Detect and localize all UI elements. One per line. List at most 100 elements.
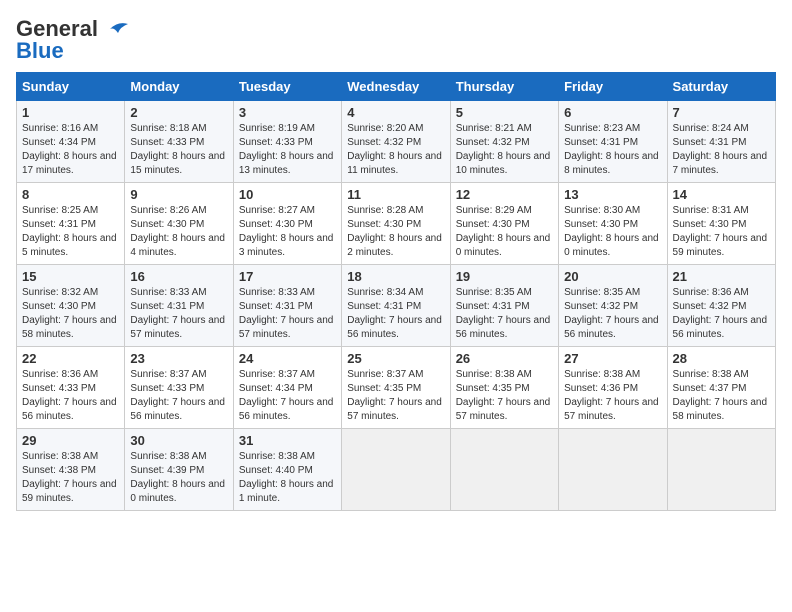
day-info: Sunrise: 8:36 AMSunset: 4:33 PMDaylight:… (22, 369, 117, 422)
calendar-cell: 15 Sunrise: 8:32 AMSunset: 4:30 PMDayligh… (17, 265, 125, 347)
day-number: 24 (239, 351, 336, 366)
calendar-week-row: 22 Sunrise: 8:36 AMSunset: 4:33 PMDayligh… (17, 347, 776, 429)
weekday-header-sunday: Sunday (17, 73, 125, 101)
day-info: Sunrise: 8:26 AMSunset: 4:30 PMDaylight:… (130, 205, 225, 258)
day-number: 9 (130, 187, 227, 202)
calendar-cell: 1 Sunrise: 8:16 AMSunset: 4:34 PMDaylight… (17, 101, 125, 183)
day-number: 20 (564, 269, 661, 284)
day-number: 26 (456, 351, 553, 366)
calendar-cell: 21 Sunrise: 8:36 AMSunset: 4:32 PMDayligh… (667, 265, 775, 347)
calendar-week-row: 1 Sunrise: 8:16 AMSunset: 4:34 PMDaylight… (17, 101, 776, 183)
calendar-week-row: 15 Sunrise: 8:32 AMSunset: 4:30 PMDayligh… (17, 265, 776, 347)
day-info: Sunrise: 8:38 AMSunset: 4:37 PMDaylight:… (673, 369, 768, 422)
day-number: 13 (564, 187, 661, 202)
calendar-cell: 17Sunrise: 8:33 AMSunset: 4:31 PMDayligh… (233, 265, 341, 347)
calendar-cell: 24 Sunrise: 8:37 AMSunset: 4:34 PMDayligh… (233, 347, 341, 429)
calendar-cell: 23 Sunrise: 8:37 AMSunset: 4:33 PMDayligh… (125, 347, 233, 429)
day-number: 7 (673, 105, 770, 120)
day-number: 11 (347, 187, 444, 202)
calendar-cell: 11 Sunrise: 8:28 AMSunset: 4:30 PMDayligh… (342, 183, 450, 265)
day-info: Sunrise: 8:21 AMSunset: 4:32 PMDaylight:… (456, 123, 551, 176)
day-info: Sunrise: 8:33 AMSunset: 4:31 PMDaylight:… (239, 287, 334, 340)
calendar-table: SundayMondayTuesdayWednesdayThursdayFrid… (16, 72, 776, 511)
day-number: 27 (564, 351, 661, 366)
day-info: Sunrise: 8:31 AMSunset: 4:30 PMDaylight:… (673, 205, 768, 258)
day-info: Sunrise: 8:37 AMSunset: 4:33 PMDaylight:… (130, 369, 225, 422)
calendar-cell: 6Sunrise: 8:23 AMSunset: 4:31 PMDaylight… (559, 101, 667, 183)
day-number: 21 (673, 269, 770, 284)
weekday-header-friday: Friday (559, 73, 667, 101)
calendar-header-row: SundayMondayTuesdayWednesdayThursdayFrid… (17, 73, 776, 101)
weekday-header-monday: Monday (125, 73, 233, 101)
calendar-cell: 26 Sunrise: 8:38 AMSunset: 4:35 PMDayligh… (450, 347, 558, 429)
calendar-cell: 20 Sunrise: 8:35 AMSunset: 4:32 PMDayligh… (559, 265, 667, 347)
day-number: 18 (347, 269, 444, 284)
calendar-cell: 22 Sunrise: 8:36 AMSunset: 4:33 PMDayligh… (17, 347, 125, 429)
day-number: 19 (456, 269, 553, 284)
calendar-cell: 3Sunrise: 8:19 AMSunset: 4:33 PMDaylight… (233, 101, 341, 183)
day-number: 8 (22, 187, 119, 202)
weekday-header-tuesday: Tuesday (233, 73, 341, 101)
day-number: 15 (22, 269, 119, 284)
day-number: 4 (347, 105, 444, 120)
day-info: Sunrise: 8:38 AMSunset: 4:35 PMDaylight:… (456, 369, 551, 422)
calendar-cell (559, 429, 667, 511)
day-info: Sunrise: 8:28 AMSunset: 4:30 PMDaylight:… (347, 205, 442, 258)
calendar-cell (450, 429, 558, 511)
day-number: 6 (564, 105, 661, 120)
calendar-cell: 14 Sunrise: 8:31 AMSunset: 4:30 PMDayligh… (667, 183, 775, 265)
day-info: Sunrise: 8:30 AMSunset: 4:30 PMDaylight:… (564, 205, 659, 258)
day-info: Sunrise: 8:25 AMSunset: 4:31 PMDaylight:… (22, 205, 117, 258)
day-number: 30 (130, 433, 227, 448)
calendar-cell: 29 Sunrise: 8:38 AMSunset: 4:38 PMDayligh… (17, 429, 125, 511)
day-number: 16 (130, 269, 227, 284)
day-info: Sunrise: 8:18 AMSunset: 4:33 PMDaylight:… (130, 123, 225, 176)
day-info: Sunrise: 8:32 AMSunset: 4:30 PMDaylight:… (22, 287, 117, 340)
calendar-cell: 2 Sunrise: 8:18 AMSunset: 4:33 PMDaylight… (125, 101, 233, 183)
day-info: Sunrise: 8:38 AMSunset: 4:39 PMDaylight:… (130, 451, 225, 504)
weekday-header-saturday: Saturday (667, 73, 775, 101)
logo-blue: Blue (16, 38, 64, 64)
calendar-cell: 27Sunrise: 8:38 AMSunset: 4:36 PMDayligh… (559, 347, 667, 429)
weekday-header-wednesday: Wednesday (342, 73, 450, 101)
day-number: 29 (22, 433, 119, 448)
day-info: Sunrise: 8:34 AMSunset: 4:31 PMDaylight:… (347, 287, 442, 340)
calendar-cell: 30 Sunrise: 8:38 AMSunset: 4:39 PMDayligh… (125, 429, 233, 511)
day-number: 10 (239, 187, 336, 202)
day-number: 1 (22, 105, 119, 120)
calendar-cell: 4 Sunrise: 8:20 AMSunset: 4:32 PMDaylight… (342, 101, 450, 183)
day-info: Sunrise: 8:36 AMSunset: 4:32 PMDaylight:… (673, 287, 768, 340)
day-number: 14 (673, 187, 770, 202)
day-info: Sunrise: 8:35 AMSunset: 4:31 PMDaylight:… (456, 287, 551, 340)
day-info: Sunrise: 8:38 AMSunset: 4:38 PMDaylight:… (22, 451, 117, 504)
day-number: 28 (673, 351, 770, 366)
calendar-cell: 16Sunrise: 8:33 AMSunset: 4:31 PMDayligh… (125, 265, 233, 347)
day-info: Sunrise: 8:35 AMSunset: 4:32 PMDaylight:… (564, 287, 659, 340)
calendar-week-row: 8 Sunrise: 8:25 AMSunset: 4:31 PMDaylight… (17, 183, 776, 265)
calendar-cell: 18 Sunrise: 8:34 AMSunset: 4:31 PMDayligh… (342, 265, 450, 347)
day-number: 12 (456, 187, 553, 202)
day-number: 5 (456, 105, 553, 120)
calendar-cell: 28 Sunrise: 8:38 AMSunset: 4:37 PMDayligh… (667, 347, 775, 429)
page-header: General Blue (16, 16, 776, 64)
calendar-cell: 31Sunrise: 8:38 AMSunset: 4:40 PMDayligh… (233, 429, 341, 511)
calendar-cell (342, 429, 450, 511)
calendar-cell: 19 Sunrise: 8:35 AMSunset: 4:31 PMDayligh… (450, 265, 558, 347)
day-info: Sunrise: 8:16 AMSunset: 4:34 PMDaylight:… (22, 123, 117, 176)
day-number: 22 (22, 351, 119, 366)
day-info: Sunrise: 8:24 AMSunset: 4:31 PMDaylight:… (673, 123, 768, 176)
day-info: Sunrise: 8:29 AMSunset: 4:30 PMDaylight:… (456, 205, 551, 258)
calendar-cell: 7 Sunrise: 8:24 AMSunset: 4:31 PMDaylight… (667, 101, 775, 183)
day-info: Sunrise: 8:38 AMSunset: 4:40 PMDaylight:… (239, 451, 334, 504)
day-info: Sunrise: 8:20 AMSunset: 4:32 PMDaylight:… (347, 123, 442, 176)
day-number: 3 (239, 105, 336, 120)
day-number: 23 (130, 351, 227, 366)
calendar-cell: 5 Sunrise: 8:21 AMSunset: 4:32 PMDaylight… (450, 101, 558, 183)
calendar-cell: 25Sunrise: 8:37 AMSunset: 4:35 PMDayligh… (342, 347, 450, 429)
calendar-cell: 13 Sunrise: 8:30 AMSunset: 4:30 PMDayligh… (559, 183, 667, 265)
day-info: Sunrise: 8:27 AMSunset: 4:30 PMDaylight:… (239, 205, 334, 258)
day-number: 2 (130, 105, 227, 120)
day-info: Sunrise: 8:37 AMSunset: 4:34 PMDaylight:… (239, 369, 334, 422)
calendar-week-row: 29 Sunrise: 8:38 AMSunset: 4:38 PMDayligh… (17, 429, 776, 511)
day-number: 25 (347, 351, 444, 366)
